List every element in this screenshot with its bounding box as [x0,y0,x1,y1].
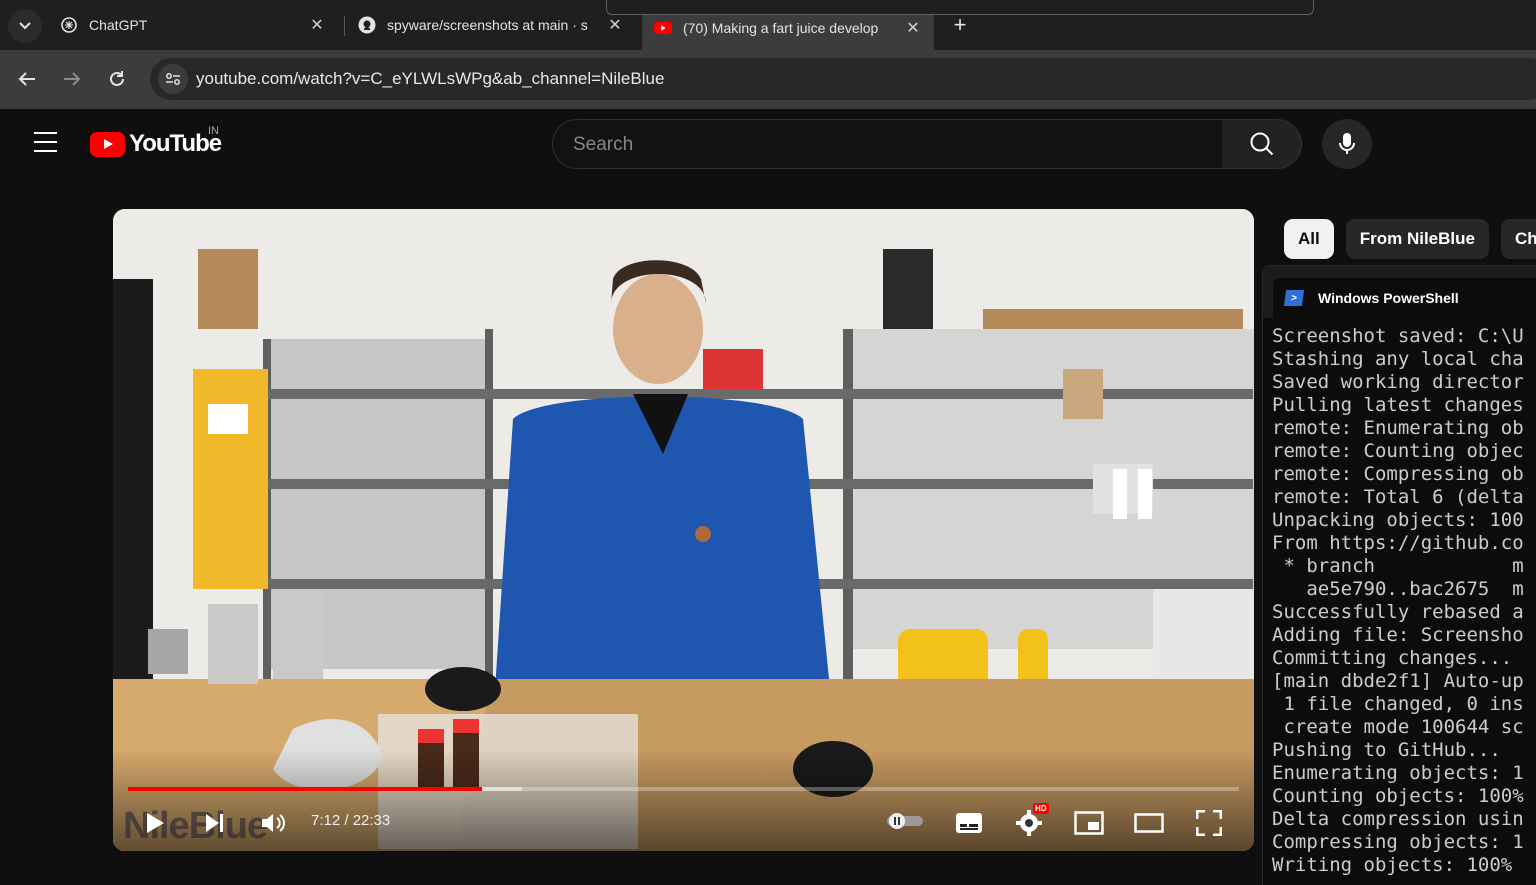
terminal-line: Screenshot saved: C:\U [1272,325,1524,347]
reload-icon [110,71,124,86]
powershell-title: Windows PowerShell [1318,290,1459,306]
progress-played [128,787,483,791]
url-text[interactable]: youtube.com/watch?v=C_eYLWLsWPg&ab_chann… [196,69,664,89]
next-button[interactable] [197,805,233,841]
terminal-line: remote: Total 6 (delta [1272,486,1524,508]
new-tab-button[interactable]: + [946,11,974,39]
reload-button[interactable] [101,63,133,95]
tab-github[interactable]: spyware/screenshots at main · s ✕ [346,6,636,44]
terminal-line: Compressing objects: 1 [1272,831,1524,853]
fullscreen-icon [1196,810,1222,836]
video-player[interactable]: NileBlue 7:12 / 22:33 HD [113,209,1254,851]
chip-more[interactable]: Che [1500,219,1536,259]
volume-button[interactable] [256,805,292,841]
close-icon[interactable]: ✕ [904,19,922,37]
related-filter-chips: All From NileBlue Che [1284,219,1536,259]
play-button[interactable] [137,805,173,841]
fullscreen-button[interactable] [1191,805,1227,841]
country-code: IN [208,125,219,137]
browser-toolbar: youtube.com/watch?v=C_eYLWLsWPg&ab_chann… [0,50,1536,109]
terminal-line: remote: Counting objec [1272,440,1524,462]
terminal-line: Pulling latest changes [1272,394,1524,416]
powershell-tab[interactable]: > Windows PowerShell [1273,278,1536,318]
terminal-line: [main dbde2f1] Auto-up [1272,670,1524,692]
terminal-line: From https://github.co [1272,532,1524,554]
subtitles-button[interactable] [951,805,987,841]
terminal-line: Adding file: Screensho [1272,624,1524,646]
close-icon[interactable]: ✕ [606,16,624,34]
arrow-left-icon [18,72,35,86]
terminal-line: Counting objects: 100% [1272,785,1524,807]
chatgpt-icon [60,16,78,34]
terminal-line: remote: Compressing ob [1272,463,1524,485]
powershell-window[interactable]: > Windows PowerShell Screenshot saved: C… [1262,265,1536,885]
tab-hover-card [606,0,1314,15]
player-controls: 7:12 / 22:33 HD [113,797,1254,845]
chip-from-channel[interactable]: From NileBlue [1345,219,1489,259]
terminal-line: remote: Enumerating ob [1272,417,1524,439]
tab-search-button[interactable] [8,9,42,43]
theater-icon [1134,813,1164,833]
github-icon [358,16,376,34]
powershell-titlebar[interactable]: > Windows PowerShell [1263,266,1536,318]
video-frame [113,209,1254,851]
search-input[interactable]: Search [552,119,1223,169]
youtube-logo[interactable]: YouTube IN [90,125,222,157]
powershell-icon: > [1283,290,1305,306]
terminal-output[interactable]: Screenshot saved: C:\U Stashing any local… [1272,325,1524,877]
terminal-line: Successfully rebased a [1272,601,1524,623]
play-icon [147,813,164,833]
close-icon[interactable]: ✕ [308,16,326,34]
tab-title: ChatGPT [89,17,148,33]
terminal-line: Committing changes... [1272,647,1513,669]
terminal-line: Saved working director [1272,371,1524,393]
terminal-line: Pushing to GitHub... [1272,739,1501,761]
hd-badge: HD [1033,803,1049,814]
tab-title: spyware/screenshots at main · s [387,17,588,33]
plus-icon: + [953,12,967,37]
forward-button[interactable] [56,63,88,95]
search-placeholder: Search [573,134,634,155]
terminal-line: Stashing any local cha [1272,348,1524,370]
terminal-line: 1 file changed, 0 ins [1272,693,1524,715]
theater-mode-button[interactable] [1131,805,1167,841]
autoplay-icon [887,813,923,829]
tab-title: (70) Making a fart juice develop [683,20,879,36]
youtube-icon [654,19,672,37]
terminal-line: Writing objects: 100% [1272,854,1513,876]
tab-chatgpt[interactable]: ChatGPT ✕ [48,6,338,44]
terminal-line: ae5e790..bac2675 m [1272,578,1524,600]
subtitles-icon [956,813,982,833]
terminal-line: Unpacking objects: 100 [1272,509,1524,531]
miniplayer-icon [1074,811,1104,835]
settings-button[interactable]: HD [1011,803,1049,841]
time-display: 7:12 / 22:33 [311,812,391,829]
chip-all[interactable]: All [1284,219,1334,259]
terminal-line: Delta compression usin [1272,808,1524,830]
chevron-down-icon [19,22,31,30]
voice-search-button[interactable] [1322,119,1372,169]
youtube-header: YouTube IN Search [0,109,1536,179]
volume-icon [262,814,285,832]
address-bar[interactable]: youtube.com/watch?v=C_eYLWLsWPg&ab_chann… [150,58,1536,100]
autoplay-toggle[interactable] [885,811,925,831]
arrow-right-icon [64,72,81,86]
site-info-icon[interactable] [158,64,188,94]
search-button[interactable] [1222,119,1302,169]
browser-tab-bar: ChatGPT ✕ spyware/screenshots at main · … [0,0,1536,50]
menu-button[interactable] [28,132,62,156]
youtube-play-icon [90,131,125,157]
miniplayer-button[interactable] [1071,805,1107,841]
terminal-line: * branch m [1272,555,1524,577]
skip-next-icon [206,814,223,832]
tab-separator [344,16,345,36]
terminal-line: Enumerating objects: 1 [1272,762,1524,784]
microphone-icon [1339,133,1355,154]
terminal-line: create mode 100644 sc [1272,716,1524,738]
progress-bar[interactable] [128,787,1239,791]
search-icon [1250,132,1273,156]
back-button[interactable] [11,63,43,95]
